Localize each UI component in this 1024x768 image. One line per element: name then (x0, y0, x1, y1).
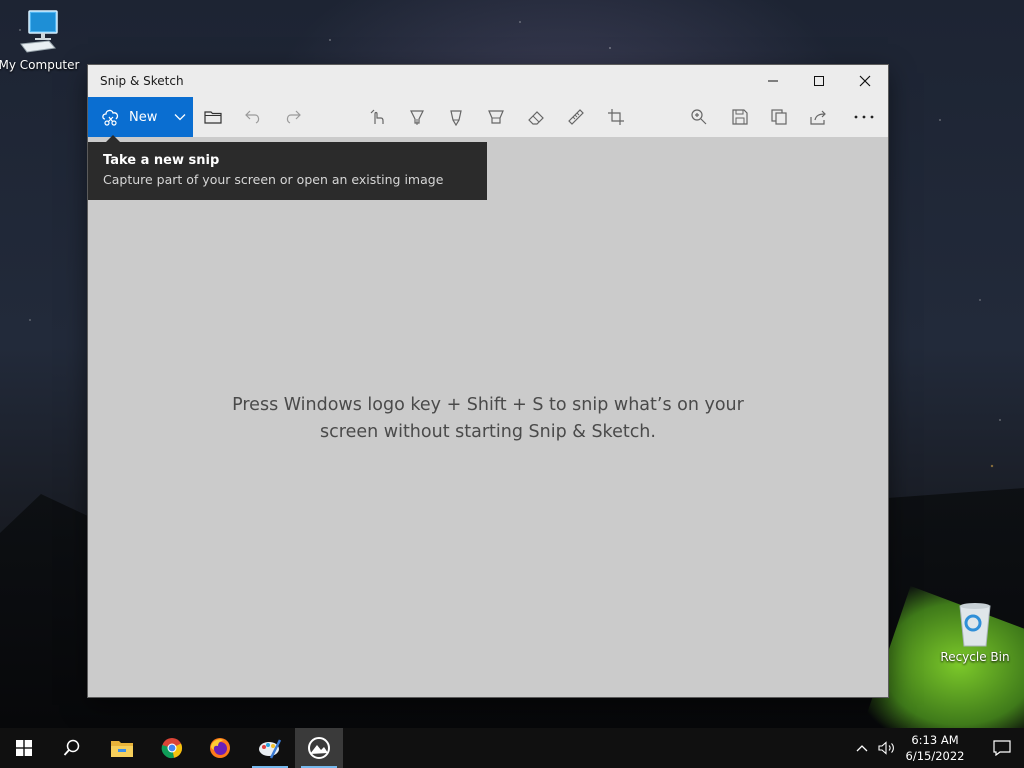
system-tray: 6:13 AM 6/15/2022 (850, 728, 1024, 768)
touch-writing-icon (370, 109, 384, 124)
firefox-icon (210, 738, 230, 758)
clock-time: 6:13 AM (911, 733, 959, 747)
copy-icon (771, 109, 787, 125)
close-icon (859, 75, 871, 87)
chrome-icon (161, 738, 183, 759)
touch-writing-button[interactable] (357, 97, 397, 137)
volume-icon (878, 741, 894, 755)
crop-icon (608, 109, 624, 125)
clock[interactable]: 6:13 AM 6/15/2022 (900, 732, 970, 764)
zoom-icon (691, 109, 707, 125)
snip-sketch-window: Snip & Sketch New Press Windows logo key… (88, 65, 888, 697)
chevron-down-icon (174, 114, 185, 121)
toolbar: New (88, 97, 888, 137)
eraser-button[interactable] (516, 97, 556, 137)
taskbar-snip-sketch[interactable] (295, 728, 343, 768)
new-snip-tooltip: Take a new snip Capture part of your scr… (88, 142, 487, 200)
maximize-button[interactable] (796, 65, 842, 97)
eraser-icon (528, 111, 544, 125)
ruler-icon (568, 109, 584, 125)
new-snip-dropdown-button[interactable] (166, 97, 193, 137)
new-label: New (129, 109, 158, 125)
new-snip-button[interactable]: New (88, 97, 166, 137)
copy-button[interactable] (759, 97, 799, 137)
open-file-icon (204, 111, 222, 124)
chevron-up-icon (856, 745, 868, 752)
highlighter-icon (488, 110, 504, 124)
paint-icon (259, 739, 282, 759)
taskbar-firefox[interactable] (196, 728, 244, 768)
action-center-button[interactable] (980, 728, 1024, 768)
save-icon (732, 109, 748, 125)
minimize-button[interactable] (750, 65, 796, 97)
pencil-icon (450, 110, 462, 126)
title-bar[interactable]: Snip & Sketch (88, 65, 888, 97)
file-explorer-icon (111, 741, 133, 757)
highlighter-button[interactable] (476, 97, 516, 137)
pencil-button[interactable] (436, 97, 476, 137)
more-options-button[interactable] (844, 97, 884, 137)
share-button[interactable] (799, 97, 839, 137)
ballpoint-pen-button[interactable] (397, 97, 437, 137)
tooltip-title: Take a new snip (103, 153, 220, 168)
undo-icon (245, 110, 260, 124)
ballpoint-pen-icon (410, 110, 424, 125)
redo-button[interactable] (273, 97, 313, 137)
taskbar: 6:13 AM 6/15/2022 (0, 728, 1024, 768)
open-file-button[interactable] (193, 97, 233, 137)
notification-icon (993, 740, 1011, 756)
desktop-icon-label: Recycle Bin (940, 650, 1010, 664)
taskbar-file-explorer[interactable] (98, 728, 146, 768)
maximize-icon (814, 76, 824, 86)
close-button[interactable] (842, 65, 888, 97)
desktop-icon-my-computer[interactable]: My Computer (0, 8, 81, 72)
taskbar-paint[interactable] (246, 728, 294, 768)
taskbar-chrome[interactable] (148, 728, 196, 768)
window-title: Snip & Sketch (100, 74, 184, 88)
redo-icon (286, 110, 301, 124)
zoom-button[interactable] (679, 97, 719, 137)
canvas-area: Press Windows logo key + Shift + S to sn… (88, 137, 888, 697)
crop-button[interactable] (596, 97, 636, 137)
tooltip-arrow (106, 135, 120, 142)
undo-button[interactable] (233, 97, 273, 137)
search-button[interactable] (48, 728, 96, 768)
start-button[interactable] (0, 728, 48, 768)
computer-icon (15, 8, 63, 56)
start-icon (16, 740, 32, 756)
snip-icon (102, 109, 119, 126)
search-icon (63, 739, 80, 756)
desktop-icon-label: My Computer (0, 58, 80, 72)
show-hidden-icons-button[interactable] (850, 728, 874, 768)
volume-button[interactable] (874, 728, 900, 768)
share-icon (810, 110, 826, 125)
save-button[interactable] (720, 97, 760, 137)
minimize-icon (768, 80, 778, 82)
snip-shortcut-hint: Press Windows logo key + Shift + S to sn… (232, 395, 744, 442)
ruler-button[interactable] (556, 97, 596, 137)
desktop-icon-recycle-bin[interactable]: Recycle Bin (933, 600, 1017, 664)
more-icon (854, 115, 874, 119)
tooltip-description: Capture part of your screen or open an e… (103, 172, 444, 187)
new-snip-button-group: New (88, 97, 193, 137)
clock-date: 6/15/2022 (905, 749, 965, 763)
snip-sketch-icon (308, 737, 330, 759)
recycle-bin-icon (951, 600, 999, 648)
